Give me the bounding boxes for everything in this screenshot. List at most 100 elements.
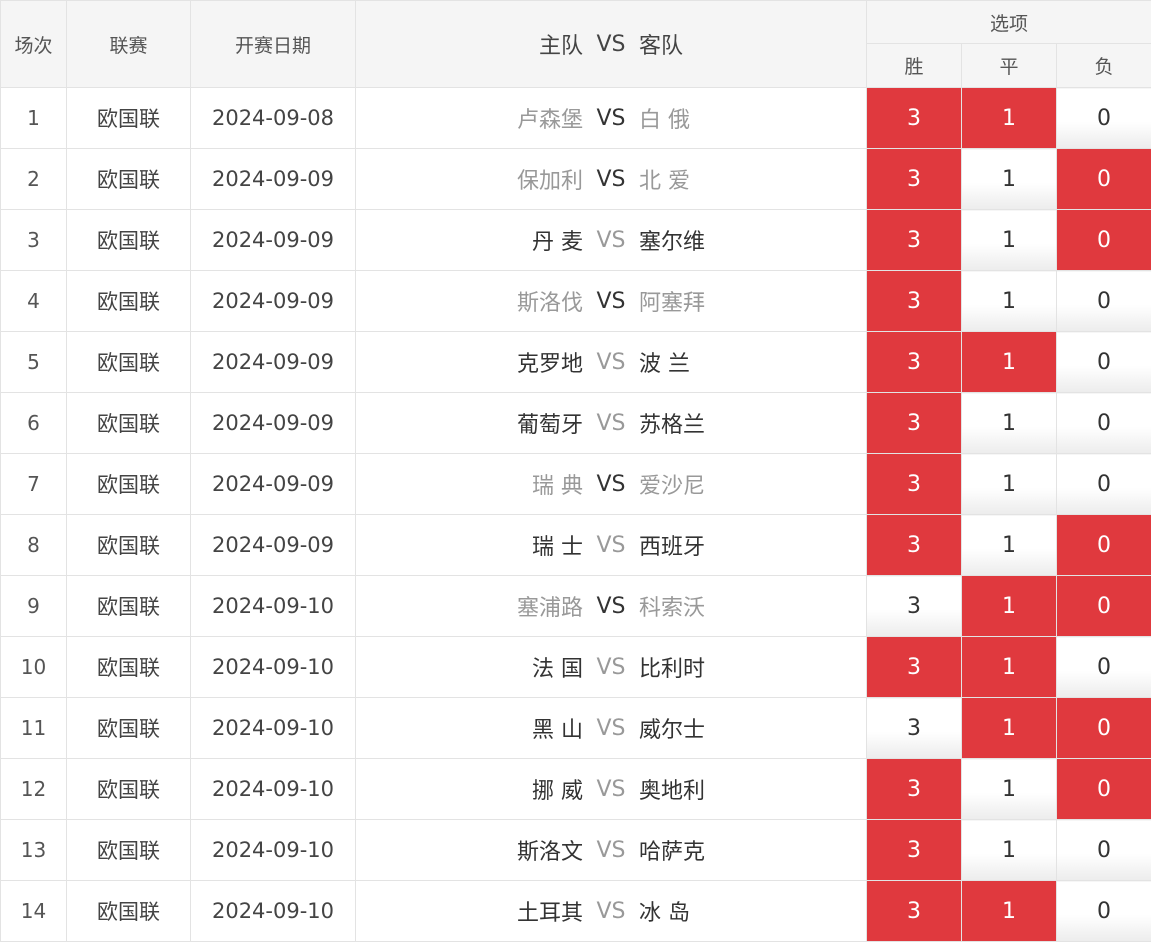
option-win-button[interactable]: 3 — [866, 392, 962, 454]
row-match: 瑞 士 VS 西班牙 — [355, 514, 867, 576]
table-row: 3 欧国联 2024-09-09 丹 麦 VS 塞尔维 3 1 0 — [0, 209, 1151, 271]
option-draw-button[interactable]: 1 — [961, 453, 1057, 515]
option-win-button[interactable]: 3 — [866, 209, 962, 271]
option-win-button[interactable]: 3 — [866, 575, 962, 637]
row-index: 13 — [0, 819, 67, 881]
table-row: 10 欧国联 2024-09-10 法 国 VS 比利时 3 1 0 — [0, 636, 1151, 698]
option-draw-button[interactable]: 1 — [961, 87, 1057, 149]
option-draw-button[interactable]: 1 — [961, 575, 1057, 637]
table-row: 2 欧国联 2024-09-09 保加利 VS 北 爱 310 — [0, 148, 1151, 210]
row-index: 3 — [0, 209, 67, 271]
table-row: 14 欧国联 2024-09-10 土耳其 VS 冰 岛 310 — [0, 880, 1151, 942]
table-row: 6 欧国联 2024-09-09 葡萄牙 VS 苏格兰 3 1 0 — [0, 392, 1151, 454]
option-lose-button[interactable]: 0 — [1055, 148, 1151, 210]
option-win-button[interactable]: 3 — [866, 87, 962, 149]
option-draw-button[interactable]: 1 — [961, 697, 1057, 759]
option-draw-button[interactable]: 1 — [961, 270, 1057, 332]
option-lose-button[interactable]: 0 — [1055, 514, 1151, 576]
row-date: 2024-09-10 — [190, 880, 356, 942]
col-league-header: 联赛 — [66, 0, 191, 88]
row-league: 欧国联 — [66, 392, 191, 454]
row-index: 7 — [0, 453, 67, 515]
row-match: 土耳其 VS 冰 岛 — [355, 880, 867, 942]
option-draw-button[interactable]: 1 — [961, 209, 1057, 271]
col-date-header: 开赛日期 — [190, 0, 356, 88]
vs-label: VS — [596, 471, 626, 497]
table-row: 1 欧国联 2024-09-08 卢森堡 VS 白 俄310 — [0, 87, 1151, 149]
vs-label: VS — [596, 410, 626, 436]
row-match: 斯洛伐 VS 阿塞拜 — [355, 270, 867, 332]
away-team: 比利时 — [639, 657, 706, 682]
row-index: 14 — [0, 880, 67, 942]
row-date: 2024-09-10 — [190, 575, 356, 637]
row-league: 欧国联 — [66, 209, 191, 271]
row-date: 2024-09-09 — [190, 209, 356, 271]
option-draw-button[interactable]: 1 — [961, 148, 1057, 210]
option-lose-button[interactable]: 0 — [1055, 575, 1151, 637]
option-lose-button[interactable]: 0 — [1055, 331, 1151, 393]
home-team: 塞浦路 — [516, 596, 583, 621]
row-league: 欧国联 — [66, 331, 191, 393]
option-lose-button[interactable]: 0 — [1055, 392, 1151, 454]
option-draw-button[interactable]: 1 — [961, 636, 1057, 698]
option-lose-button[interactable]: 0 — [1055, 87, 1151, 149]
option-lose-button[interactable]: 0 — [1055, 880, 1151, 942]
row-index: 8 — [0, 514, 67, 576]
away-team: 塞尔维 — [639, 230, 706, 255]
table-row: 12 欧国联 2024-09-10 挪 威 VS 奥地利 3 1 0 — [0, 758, 1151, 820]
option-win-button[interactable]: 3 — [866, 514, 962, 576]
option-win-button[interactable]: 3 — [866, 819, 962, 881]
option-win-button[interactable]: 3 — [866, 270, 962, 332]
option-lose-button[interactable]: 0 — [1055, 819, 1151, 881]
away-team: 苏格兰 — [639, 413, 706, 438]
option-win-button[interactable]: 3 — [866, 758, 962, 820]
option-win-button[interactable]: 3 — [866, 697, 962, 759]
row-date: 2024-09-10 — [190, 819, 356, 881]
option-draw-button[interactable]: 1 — [961, 331, 1057, 393]
option-lose-button[interactable]: 0 — [1055, 697, 1151, 759]
row-league: 欧国联 — [66, 697, 191, 759]
row-match: 葡萄牙 VS 苏格兰 — [355, 392, 867, 454]
row-date: 2024-09-09 — [190, 331, 356, 393]
table-row: 5 欧国联 2024-09-09 克罗地 VS 波 兰 310 — [0, 331, 1151, 393]
vs-label: VS — [596, 166, 626, 192]
row-date: 2024-09-08 — [190, 87, 356, 149]
col-away-header: 客队 — [639, 34, 684, 59]
option-win-button[interactable]: 3 — [866, 453, 962, 515]
option-draw-button[interactable]: 1 — [961, 758, 1057, 820]
row-index: 9 — [0, 575, 67, 637]
option-draw-button[interactable]: 1 — [961, 819, 1057, 881]
home-team: 克罗地 — [516, 352, 583, 377]
row-date: 2024-09-10 — [190, 636, 356, 698]
option-lose-button[interactable]: 0 — [1055, 758, 1151, 820]
opt-win-header: 胜 — [866, 43, 962, 88]
option-win-button[interactable]: 3 — [866, 636, 962, 698]
away-team: 科索沃 — [639, 596, 706, 621]
row-match: 斯洛文 VS 哈萨克 — [355, 819, 867, 881]
option-lose-button[interactable]: 0 — [1055, 209, 1151, 271]
row-league: 欧国联 — [66, 514, 191, 576]
option-lose-button[interactable]: 0 — [1055, 270, 1151, 332]
option-draw-button[interactable]: 1 — [961, 880, 1057, 942]
option-win-button[interactable]: 3 — [866, 880, 962, 942]
table-row: 7 欧国联 2024-09-09 瑞 典 VS 爱沙尼 3 1 0 — [0, 453, 1151, 515]
option-draw-button[interactable]: 1 — [961, 514, 1057, 576]
row-date: 2024-09-09 — [190, 453, 356, 515]
away-team: 波 兰 — [639, 352, 690, 377]
option-win-button[interactable]: 3 — [866, 148, 962, 210]
vs-label: VS — [596, 105, 626, 131]
table-row: 11 欧国联 2024-09-10 黑 山 VS 威尔士 3 1 0 — [0, 697, 1151, 759]
option-lose-button[interactable]: 0 — [1055, 453, 1151, 515]
option-win-button[interactable]: 3 — [866, 331, 962, 393]
vs-label: VS — [596, 532, 626, 558]
home-team: 法 国 — [532, 657, 583, 682]
vs-label: VS — [596, 288, 626, 314]
option-draw-button[interactable]: 1 — [961, 392, 1057, 454]
vs-label: VS — [596, 654, 626, 680]
row-league: 欧国联 — [66, 758, 191, 820]
option-lose-button[interactable]: 0 — [1055, 636, 1151, 698]
vs-label: VS — [596, 349, 626, 375]
row-index: 5 — [0, 331, 67, 393]
row-match: 法 国 VS 比利时 — [355, 636, 867, 698]
vs-label: VS — [596, 227, 626, 253]
